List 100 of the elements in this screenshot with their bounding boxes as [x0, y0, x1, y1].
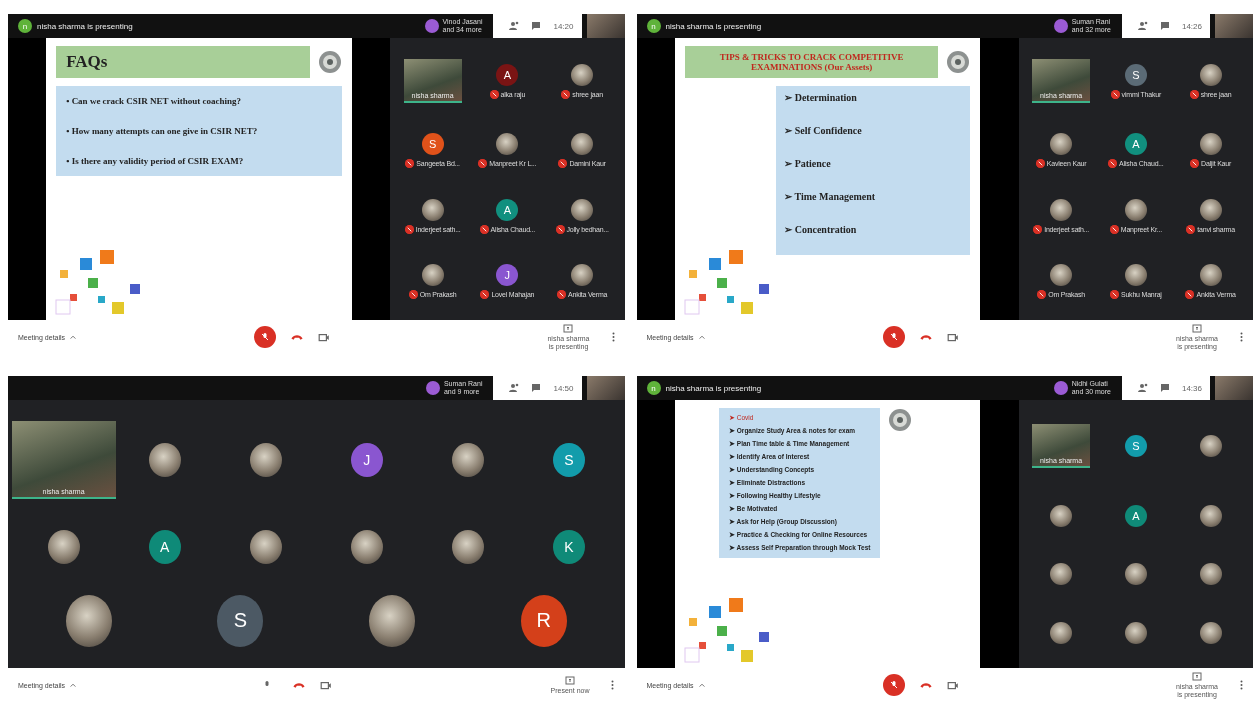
- presenting-label: nisha sharma is presenting: [665, 21, 762, 31]
- self-view-placeholder: [1215, 14, 1253, 38]
- people-icon: [1137, 383, 1148, 393]
- avatar-photo-placeholder: [1199, 133, 1222, 156]
- more-options-icon[interactable]: [611, 680, 615, 690]
- microphone-button[interactable]: [254, 326, 277, 348]
- avatar-letter: J: [496, 263, 519, 286]
- present-screen-icon: [563, 324, 574, 334]
- clock-time: 14:26: [1181, 21, 1202, 31]
- avatar-photo-placeholder: [47, 530, 80, 564]
- avatar-photo-placeholder: [1124, 621, 1147, 644]
- avatar-photo-placeholder: [1199, 198, 1222, 221]
- participant-avatar: [1053, 381, 1068, 395]
- self-view-placeholder: [586, 14, 625, 38]
- avatar-photo-placeholder: [571, 63, 594, 86]
- avatar-photo-placeholder: [421, 263, 444, 286]
- people-icon: [509, 383, 520, 393]
- presenter-avatar: n: [646, 381, 661, 395]
- mic-off-icon: [888, 680, 899, 690]
- emblem-icon: [888, 408, 913, 432]
- avatar-photo-placeholder: [1050, 133, 1073, 156]
- bullet-point: • Can we crack CSIR NET without coaching?: [66, 96, 242, 106]
- chat-icon: [531, 383, 542, 393]
- avatar-photo-placeholder: [1124, 198, 1147, 221]
- avatar-photo-placeholder: [350, 530, 383, 564]
- people-icon: [509, 21, 520, 31]
- bullet-point: ➢ Concentration: [784, 224, 858, 235]
- avatar-photo-placeholder: [421, 198, 444, 221]
- bullet-point: ➢ Self Confidence: [784, 125, 863, 136]
- chevron-icon: [69, 681, 78, 689]
- avatar-photo-placeholder: [1050, 563, 1073, 586]
- avatar-photo-placeholder: [1199, 504, 1222, 527]
- participant-avatar: [1053, 19, 1068, 33]
- avatar-letter: A: [148, 530, 181, 564]
- more-options-icon[interactable]: [1240, 680, 1243, 690]
- bullet-point: • Is there any validity period of CSIR EXAM?: [66, 156, 245, 166]
- avatar-photo-placeholder: [1199, 621, 1222, 644]
- avatar-photo-placeholder: [571, 133, 594, 156]
- avatar-letter: S: [1124, 63, 1147, 86]
- microphone-button[interactable]: [882, 674, 905, 696]
- emblem-icon: [946, 50, 971, 74]
- avatar-letter: A: [1124, 133, 1147, 156]
- presenter-avatar: n: [646, 19, 661, 33]
- avatar-letter: A: [496, 198, 519, 221]
- avatar-photo-placeholder: [1124, 563, 1147, 586]
- slide-title: TIPS & TRICKS TO CRACK COMPETITIVE EXAMINATIONS (Our Assets): [684, 46, 939, 78]
- microphone-button[interactable]: [882, 326, 905, 348]
- avatar-letter: A: [1124, 504, 1147, 527]
- chevron-icon: [697, 681, 706, 689]
- camera-icon: [318, 331, 331, 343]
- avatar-photo-placeholder: [571, 198, 594, 221]
- more-options-icon[interactable]: [611, 332, 615, 342]
- presenting-label: nisha sharma is presenting: [37, 21, 133, 31]
- presenting-label: nisha sharma is presenting: [665, 383, 762, 393]
- present-screen-icon: [1192, 324, 1202, 334]
- more-options-icon[interactable]: [1240, 332, 1243, 342]
- avatar-letter: S: [1124, 435, 1147, 458]
- chat-icon: [1159, 21, 1170, 31]
- people-icon: [1137, 21, 1148, 31]
- chevron-icon: [69, 333, 78, 341]
- avatar-letter: K: [552, 530, 585, 564]
- present-screen-icon: [565, 676, 575, 686]
- camera-icon: [319, 679, 332, 691]
- presenter-avatar: n: [18, 19, 32, 33]
- avatar-photo-placeholder: [1199, 263, 1222, 286]
- avatar-photo-placeholder: [148, 443, 181, 478]
- camera-icon: [946, 679, 959, 691]
- avatar-letter: S: [217, 594, 264, 647]
- avatar-photo-placeholder: [1199, 435, 1222, 458]
- participant-avatar: [424, 19, 439, 33]
- bullet-point: • How many attempts can one give in CSIR NET?: [66, 126, 259, 136]
- avatar-photo-placeholder: [1199, 563, 1222, 586]
- present-screen-icon: [1192, 672, 1202, 682]
- avatar-photo-placeholder: [1050, 504, 1073, 527]
- clock-time: 14:20: [553, 21, 574, 31]
- avatar-photo-placeholder: [451, 530, 484, 564]
- self-view-placeholder: [1215, 376, 1253, 400]
- avatar-photo-placeholder: [249, 443, 282, 478]
- mic-off-icon: [260, 332, 271, 342]
- avatar-letter: A: [496, 63, 519, 86]
- avatar-letter: R: [520, 594, 567, 647]
- clock-time: 14:50: [553, 383, 574, 393]
- chat-icon: [531, 21, 542, 31]
- participant-avatar: [425, 381, 440, 395]
- avatar-letter: J: [350, 443, 383, 478]
- bullet-point: ➢ Patience: [784, 158, 832, 169]
- mic-off-icon: [888, 332, 899, 342]
- avatar-photo-placeholder: [1199, 63, 1222, 86]
- avatar-photo-placeholder: [1124, 263, 1147, 286]
- chat-icon: [1159, 383, 1170, 393]
- self-view-placeholder: [586, 376, 625, 400]
- avatar-photo-placeholder: [1050, 198, 1073, 221]
- camera-icon: [946, 331, 959, 343]
- avatar-photo-placeholder: [1050, 621, 1073, 644]
- bullet-point: ➢ Time Management: [784, 191, 877, 202]
- avatar-photo-placeholder: [496, 133, 519, 156]
- avatar-letter: S: [552, 443, 585, 478]
- clock-time: 14:36: [1181, 383, 1202, 393]
- avatar-photo-placeholder: [249, 530, 282, 564]
- avatar-photo-placeholder: [451, 443, 484, 478]
